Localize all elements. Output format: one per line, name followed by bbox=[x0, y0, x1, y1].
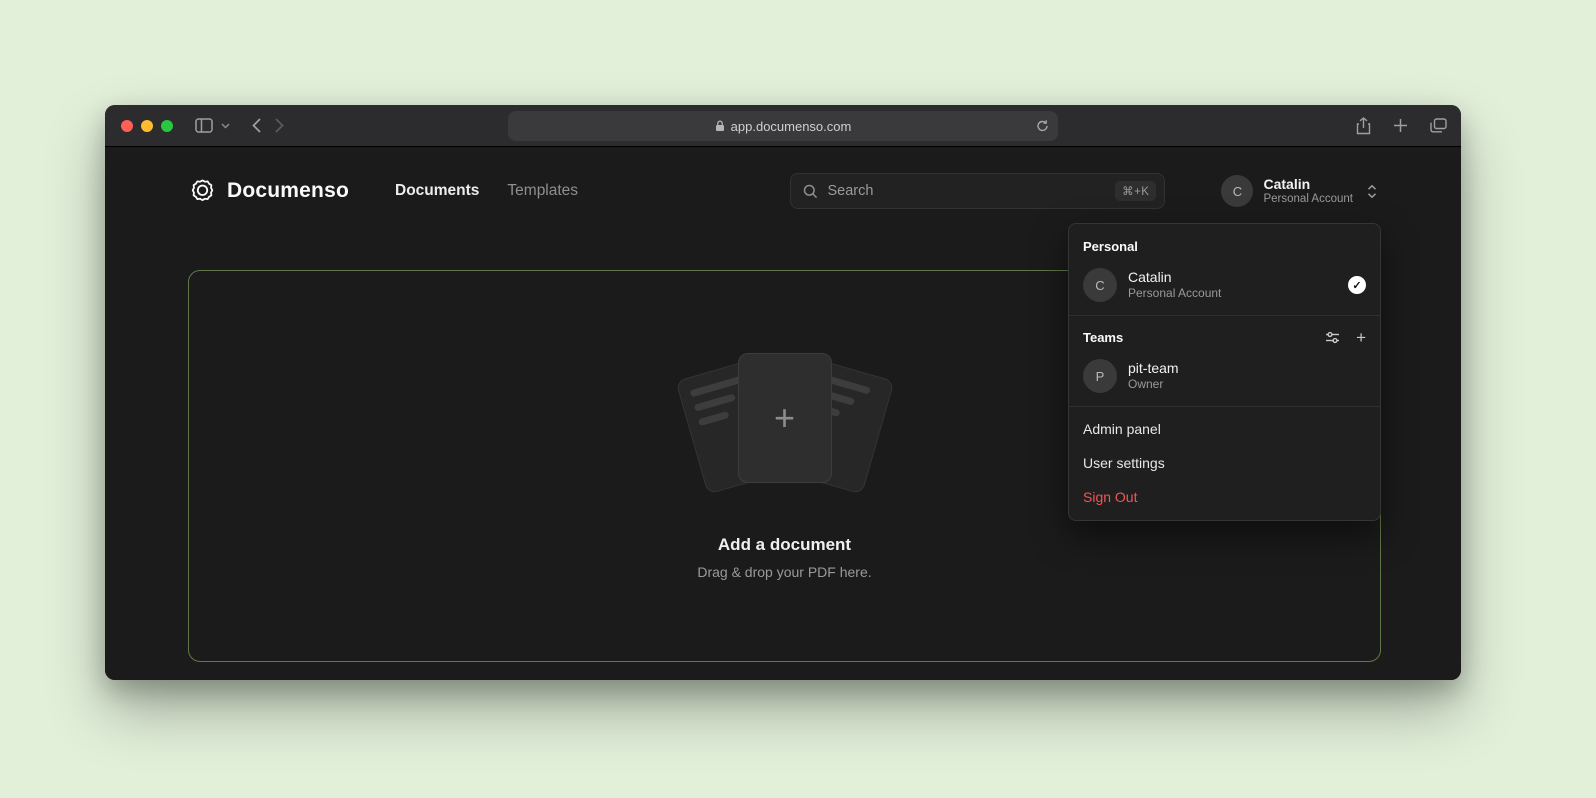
team-item[interactable]: P pit-team Owner bbox=[1069, 351, 1380, 401]
dropzone-title: Add a document bbox=[718, 535, 851, 555]
desktop: app.documenso.com bbox=[0, 0, 1596, 798]
dropzone-subtitle: Drag & drop your PDF here. bbox=[697, 564, 871, 580]
sidebar-toggle-icon[interactable] bbox=[195, 112, 213, 140]
avatar: C bbox=[1083, 268, 1117, 302]
search-placeholder: Search bbox=[827, 183, 1106, 199]
team-role: Owner bbox=[1128, 377, 1366, 392]
new-tab-icon[interactable] bbox=[1393, 112, 1408, 140]
documenso-app: Documenso Documents Templates Search ⌘+K bbox=[105, 147, 1461, 680]
share-icon[interactable] bbox=[1356, 112, 1371, 140]
nav-documents[interactable]: Documents bbox=[395, 182, 479, 200]
close-window-button[interactable] bbox=[121, 120, 133, 132]
brand-name: Documenso bbox=[227, 179, 349, 203]
team-name: pit-team bbox=[1128, 360, 1366, 378]
search-input[interactable]: Search ⌘+K bbox=[790, 173, 1165, 209]
app-header: Documenso Documents Templates Search ⌘+K bbox=[105, 147, 1461, 235]
account-type: Personal Account bbox=[1263, 193, 1353, 207]
teams-section-header: Teams + bbox=[1069, 321, 1380, 351]
account-text: Catalin Personal Account bbox=[1263, 176, 1353, 207]
account-name: Catalin bbox=[1263, 176, 1353, 193]
account-dropdown-menu: Personal C Catalin Personal Account ✓ Te… bbox=[1068, 223, 1381, 521]
teams-section-label: Teams bbox=[1083, 330, 1325, 345]
personal-account-type: Personal Account bbox=[1128, 286, 1337, 301]
selected-check-icon: ✓ bbox=[1348, 276, 1366, 294]
traffic-lights bbox=[121, 120, 173, 132]
personal-account-item[interactable]: C Catalin Personal Account ✓ bbox=[1069, 260, 1380, 310]
back-button[interactable] bbox=[252, 112, 261, 140]
personal-account-text: Catalin Personal Account bbox=[1128, 269, 1337, 302]
team-avatar: P bbox=[1083, 359, 1117, 393]
document-card-center: + bbox=[738, 353, 832, 483]
browser-titlebar: app.documenso.com bbox=[105, 105, 1461, 147]
reload-icon[interactable] bbox=[1036, 120, 1049, 133]
plus-icon: + bbox=[774, 400, 795, 436]
menu-item-sign-out[interactable]: Sign Out bbox=[1069, 480, 1380, 514]
menu-item-admin-panel[interactable]: Admin panel bbox=[1069, 412, 1380, 446]
create-team-icon[interactable]: + bbox=[1356, 329, 1366, 346]
browser-window: app.documenso.com bbox=[105, 105, 1461, 680]
brand[interactable]: Documenso bbox=[189, 178, 349, 205]
zoom-window-button[interactable] bbox=[161, 120, 173, 132]
lock-icon bbox=[715, 120, 725, 132]
search-icon bbox=[803, 184, 818, 199]
main-nav: Documents Templates bbox=[395, 182, 578, 200]
menu-divider bbox=[1069, 406, 1380, 407]
personal-account-name: Catalin bbox=[1128, 269, 1337, 287]
minimize-window-button[interactable] bbox=[141, 120, 153, 132]
document-stack-illustration: + bbox=[670, 353, 900, 503]
chevron-up-down-icon bbox=[1367, 184, 1377, 199]
forward-button[interactable] bbox=[275, 112, 284, 140]
url-text: app.documenso.com bbox=[731, 119, 852, 134]
teams-header-icons: + bbox=[1325, 329, 1366, 346]
titlebar-right-actions bbox=[1356, 112, 1447, 140]
menu-item-user-settings[interactable]: User settings bbox=[1069, 446, 1380, 480]
search-shortcut-badge: ⌘+K bbox=[1115, 181, 1156, 201]
avatar: C bbox=[1221, 175, 1253, 207]
address-bar[interactable]: app.documenso.com bbox=[508, 111, 1058, 141]
team-item-text: pit-team Owner bbox=[1128, 360, 1366, 393]
nav-templates[interactable]: Templates bbox=[507, 182, 578, 200]
tab-overview-icon[interactable] bbox=[1430, 112, 1447, 140]
menu-divider bbox=[1069, 315, 1380, 316]
documenso-logo-icon bbox=[189, 178, 216, 205]
manage-teams-icon[interactable] bbox=[1325, 331, 1340, 344]
account-menu-trigger[interactable]: C Catalin Personal Account bbox=[1221, 175, 1377, 207]
chevron-down-icon[interactable] bbox=[221, 112, 230, 140]
personal-section-label: Personal bbox=[1069, 230, 1380, 260]
